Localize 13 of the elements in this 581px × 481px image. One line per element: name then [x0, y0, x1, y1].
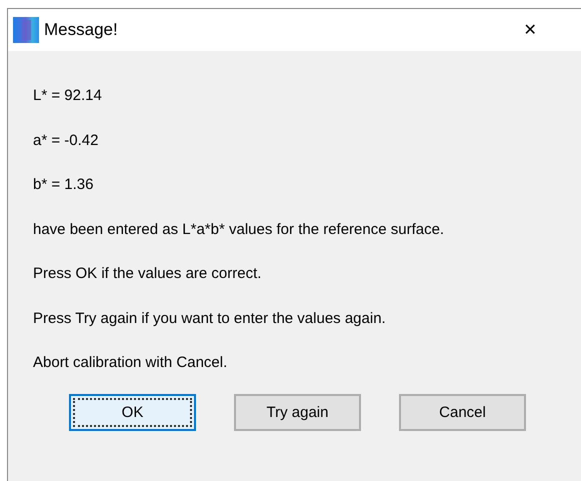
- dialog-button[interactable]: OK: [69, 394, 196, 430]
- window-title: Message!: [44, 20, 118, 40]
- message-text: Abort calibration with Cancel.: [33, 353, 228, 373]
- dialog-button[interactable]: Try again: [234, 394, 361, 430]
- message-text: Press OK if the values are correct.: [33, 264, 262, 284]
- close-icon[interactable]: ✕: [515, 20, 545, 40]
- message-text: L* = 92.14: [33, 86, 103, 106]
- app-icon: [13, 17, 39, 43]
- message-text: b* = 1.36: [33, 175, 94, 195]
- message-text: a* = -0.42: [33, 130, 100, 150]
- dialog-button[interactable]: Cancel: [399, 394, 526, 430]
- message-text: have been entered as L*a*b* values for the reference surface.: [33, 220, 446, 240]
- message-text: Press Try again if you want to enter the values again.: [33, 308, 387, 328]
